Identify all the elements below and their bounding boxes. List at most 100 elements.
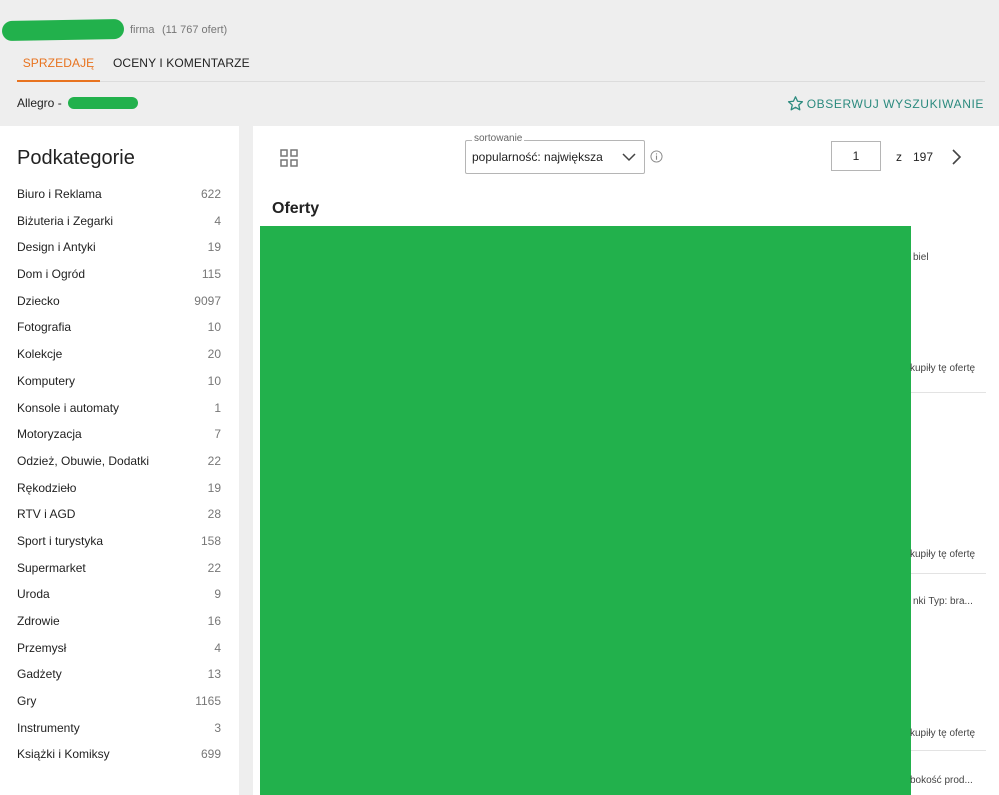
offer-text-fragment: kupiły tę ofertę <box>910 363 976 374</box>
chevron-down-icon <box>622 153 636 162</box>
subcategory-label: Dom i Ogród <box>17 267 86 282</box>
subcategory-item[interactable]: Odzież, Obuwie, Dodatki 22 <box>17 451 221 478</box>
offer-text-fragment: bokość prod... <box>910 775 973 786</box>
subcategory-count: 9 <box>214 587 221 602</box>
subcategory-count: 3 <box>214 720 221 735</box>
subcategory-item[interactable]: Rękodzieło 19 <box>17 478 221 505</box>
subcategory-item[interactable]: Supermarket 22 <box>17 558 221 585</box>
subcategory-label: Sport i turystyka <box>17 533 104 548</box>
subcategory-count: 13 <box>207 667 221 682</box>
subcategory-item[interactable]: Biuro i Reklama 622 <box>17 184 221 211</box>
subcategory-item[interactable]: Sport i turystyka 158 <box>17 531 221 558</box>
subcategory-item[interactable]: Design i Antyki 19 <box>17 237 221 264</box>
subcategory-count: 1 <box>214 400 221 415</box>
offers-panel: sortowanie popularność: największa z 197… <box>253 126 999 795</box>
subcategory-item[interactable]: Gry 1165 <box>17 691 221 718</box>
subcategory-item[interactable]: Książki i Komiksy 699 <box>17 744 221 771</box>
seller-header: firma (11 767 ofert) SPRZEDAJĘ OCENY I K… <box>0 0 999 126</box>
offers-list-redacted <box>260 226 911 795</box>
info-icon[interactable] <box>650 150 663 163</box>
subcategory-label: Odzież, Obuwie, Dodatki <box>17 453 150 468</box>
subcategory-label: Gry <box>17 694 37 709</box>
offer-text-fragment: kupiły tę ofertę <box>910 728 976 739</box>
subcategory-label: Fotografia <box>17 320 72 335</box>
subcategory-label: Rękodzieło <box>17 480 77 495</box>
subcategory-count: 622 <box>200 187 221 201</box>
breadcrumb: Allegro - <box>17 96 62 110</box>
subcategory-count: 19 <box>207 480 221 495</box>
sort-value: popularność: największa <box>472 150 603 164</box>
offer-divider <box>911 750 986 751</box>
star-icon <box>787 96 803 111</box>
subcategory-list: Biuro i Reklama 622 Biżuteria i Zegarki 4 … <box>17 184 221 771</box>
watch-search-button[interactable]: OBSERWUJ WYSZUKIWANIE <box>787 95 984 112</box>
offer-divider <box>911 392 986 393</box>
subcategory-count: 158 <box>200 533 221 548</box>
subcategory-label: Supermarket <box>17 560 86 575</box>
subcategory-count: 115 <box>201 267 221 282</box>
subcategory-count: 16 <box>207 614 221 628</box>
tab-selling[interactable]: SPRZEDAJĘ <box>17 54 100 82</box>
subcategory-count: 1165 <box>195 694 221 709</box>
subcategory-label: Biuro i Reklama <box>17 187 102 201</box>
subcategory-item[interactable]: Biżuteria i Zegarki 4 <box>17 211 221 238</box>
subcategory-item[interactable]: RTV i AGD 28 <box>17 504 221 531</box>
subcategory-count: 22 <box>207 560 221 575</box>
subcategory-item[interactable]: Motoryzacja 7 <box>17 424 221 451</box>
subcategory-item[interactable]: Przemysł 4 <box>17 638 221 665</box>
subcategory-item[interactable]: Kolekcje 20 <box>17 344 221 371</box>
subcategory-label: Uroda <box>17 587 50 602</box>
subcategory-label: Przemysł <box>17 640 67 655</box>
breadcrumb-seller-redacted <box>68 97 138 109</box>
seller-offer-count: (11 767 ofert) <box>162 24 228 36</box>
subcategory-item[interactable]: Dziecko 9097 <box>17 291 221 318</box>
grid-view-icon[interactable] <box>279 148 299 168</box>
seller-name-redacted <box>1 18 125 42</box>
subcategory-count: 699 <box>200 747 221 762</box>
sort-label: sortowanie <box>472 133 525 144</box>
subcategory-item[interactable]: Zdrowie 16 <box>17 611 221 638</box>
subcategory-item[interactable]: Komputery 10 <box>17 371 221 398</box>
chevron-right-icon[interactable] <box>949 148 963 166</box>
subcategory-count: 20 <box>207 347 221 362</box>
breadcrumb-root[interactable]: Allegro <box>17 96 54 110</box>
offer-text-fragment: kupiły tę ofertę <box>910 549 976 560</box>
subcategory-item[interactable]: Dom i Ogród 115 <box>17 264 221 291</box>
subcategory-count: 7 <box>214 427 221 442</box>
offer-text-fragment: biel <box>913 252 929 263</box>
subcategory-item[interactable]: Gadżety 13 <box>17 664 221 691</box>
subcategory-label: Kolekcje <box>17 347 63 362</box>
page-number-input[interactable] <box>831 141 881 171</box>
sort-select[interactable]: sortowanie popularność: największa <box>465 133 645 174</box>
subcategory-count: 19 <box>207 240 221 255</box>
subcategory-label: Komputery <box>17 373 76 388</box>
subcategory-label: Design i Antyki <box>17 240 96 255</box>
subcategories-title: Podkategorie <box>17 147 135 169</box>
subcategory-count: 22 <box>207 453 221 468</box>
subcategory-count: 28 <box>207 507 221 522</box>
subcategory-item[interactable]: Uroda 9 <box>17 584 221 611</box>
offer-text-fragment: nki Typ: bra... <box>913 596 973 607</box>
offers-title: Oferty <box>272 200 320 217</box>
subcategory-count: 10 <box>207 373 221 388</box>
subcategory-item[interactable]: Instrumenty 3 <box>17 718 221 745</box>
tab-ratings-comments[interactable]: OCENY I KOMENTARZE <box>113 54 250 80</box>
subcategory-label: Biżuteria i Zegarki <box>17 213 114 228</box>
subcategory-item[interactable]: Fotografia 10 <box>17 317 221 344</box>
subcategories-panel: Podkategorie Biuro i Reklama 622 Biżuteri… <box>0 126 239 795</box>
watch-search-label: OBSERWUJ WYSZUKIWANIE <box>806 96 984 111</box>
subcategory-label: Zdrowie <box>17 614 60 628</box>
page-total: 197 <box>913 150 934 164</box>
subcategory-label: Książki i Komiksy <box>17 747 110 762</box>
subcategory-label: Konsole i automaty <box>17 400 120 415</box>
offer-divider <box>911 573 986 574</box>
breadcrumb-separator: - <box>57 96 62 110</box>
subcategory-count: 4 <box>214 640 221 655</box>
subcategory-count: 10 <box>207 320 221 335</box>
subcategory-item[interactable]: Konsole i automaty 1 <box>17 398 221 425</box>
subcategory-count: 9097 <box>194 293 221 308</box>
subcategory-label: Gadżety <box>17 667 62 682</box>
seller-tabs: SPRZEDAJĘ OCENY I KOMENTARZE <box>17 54 985 82</box>
subcategory-label: Instrumenty <box>17 720 80 735</box>
page-of-label: z <box>896 150 902 164</box>
